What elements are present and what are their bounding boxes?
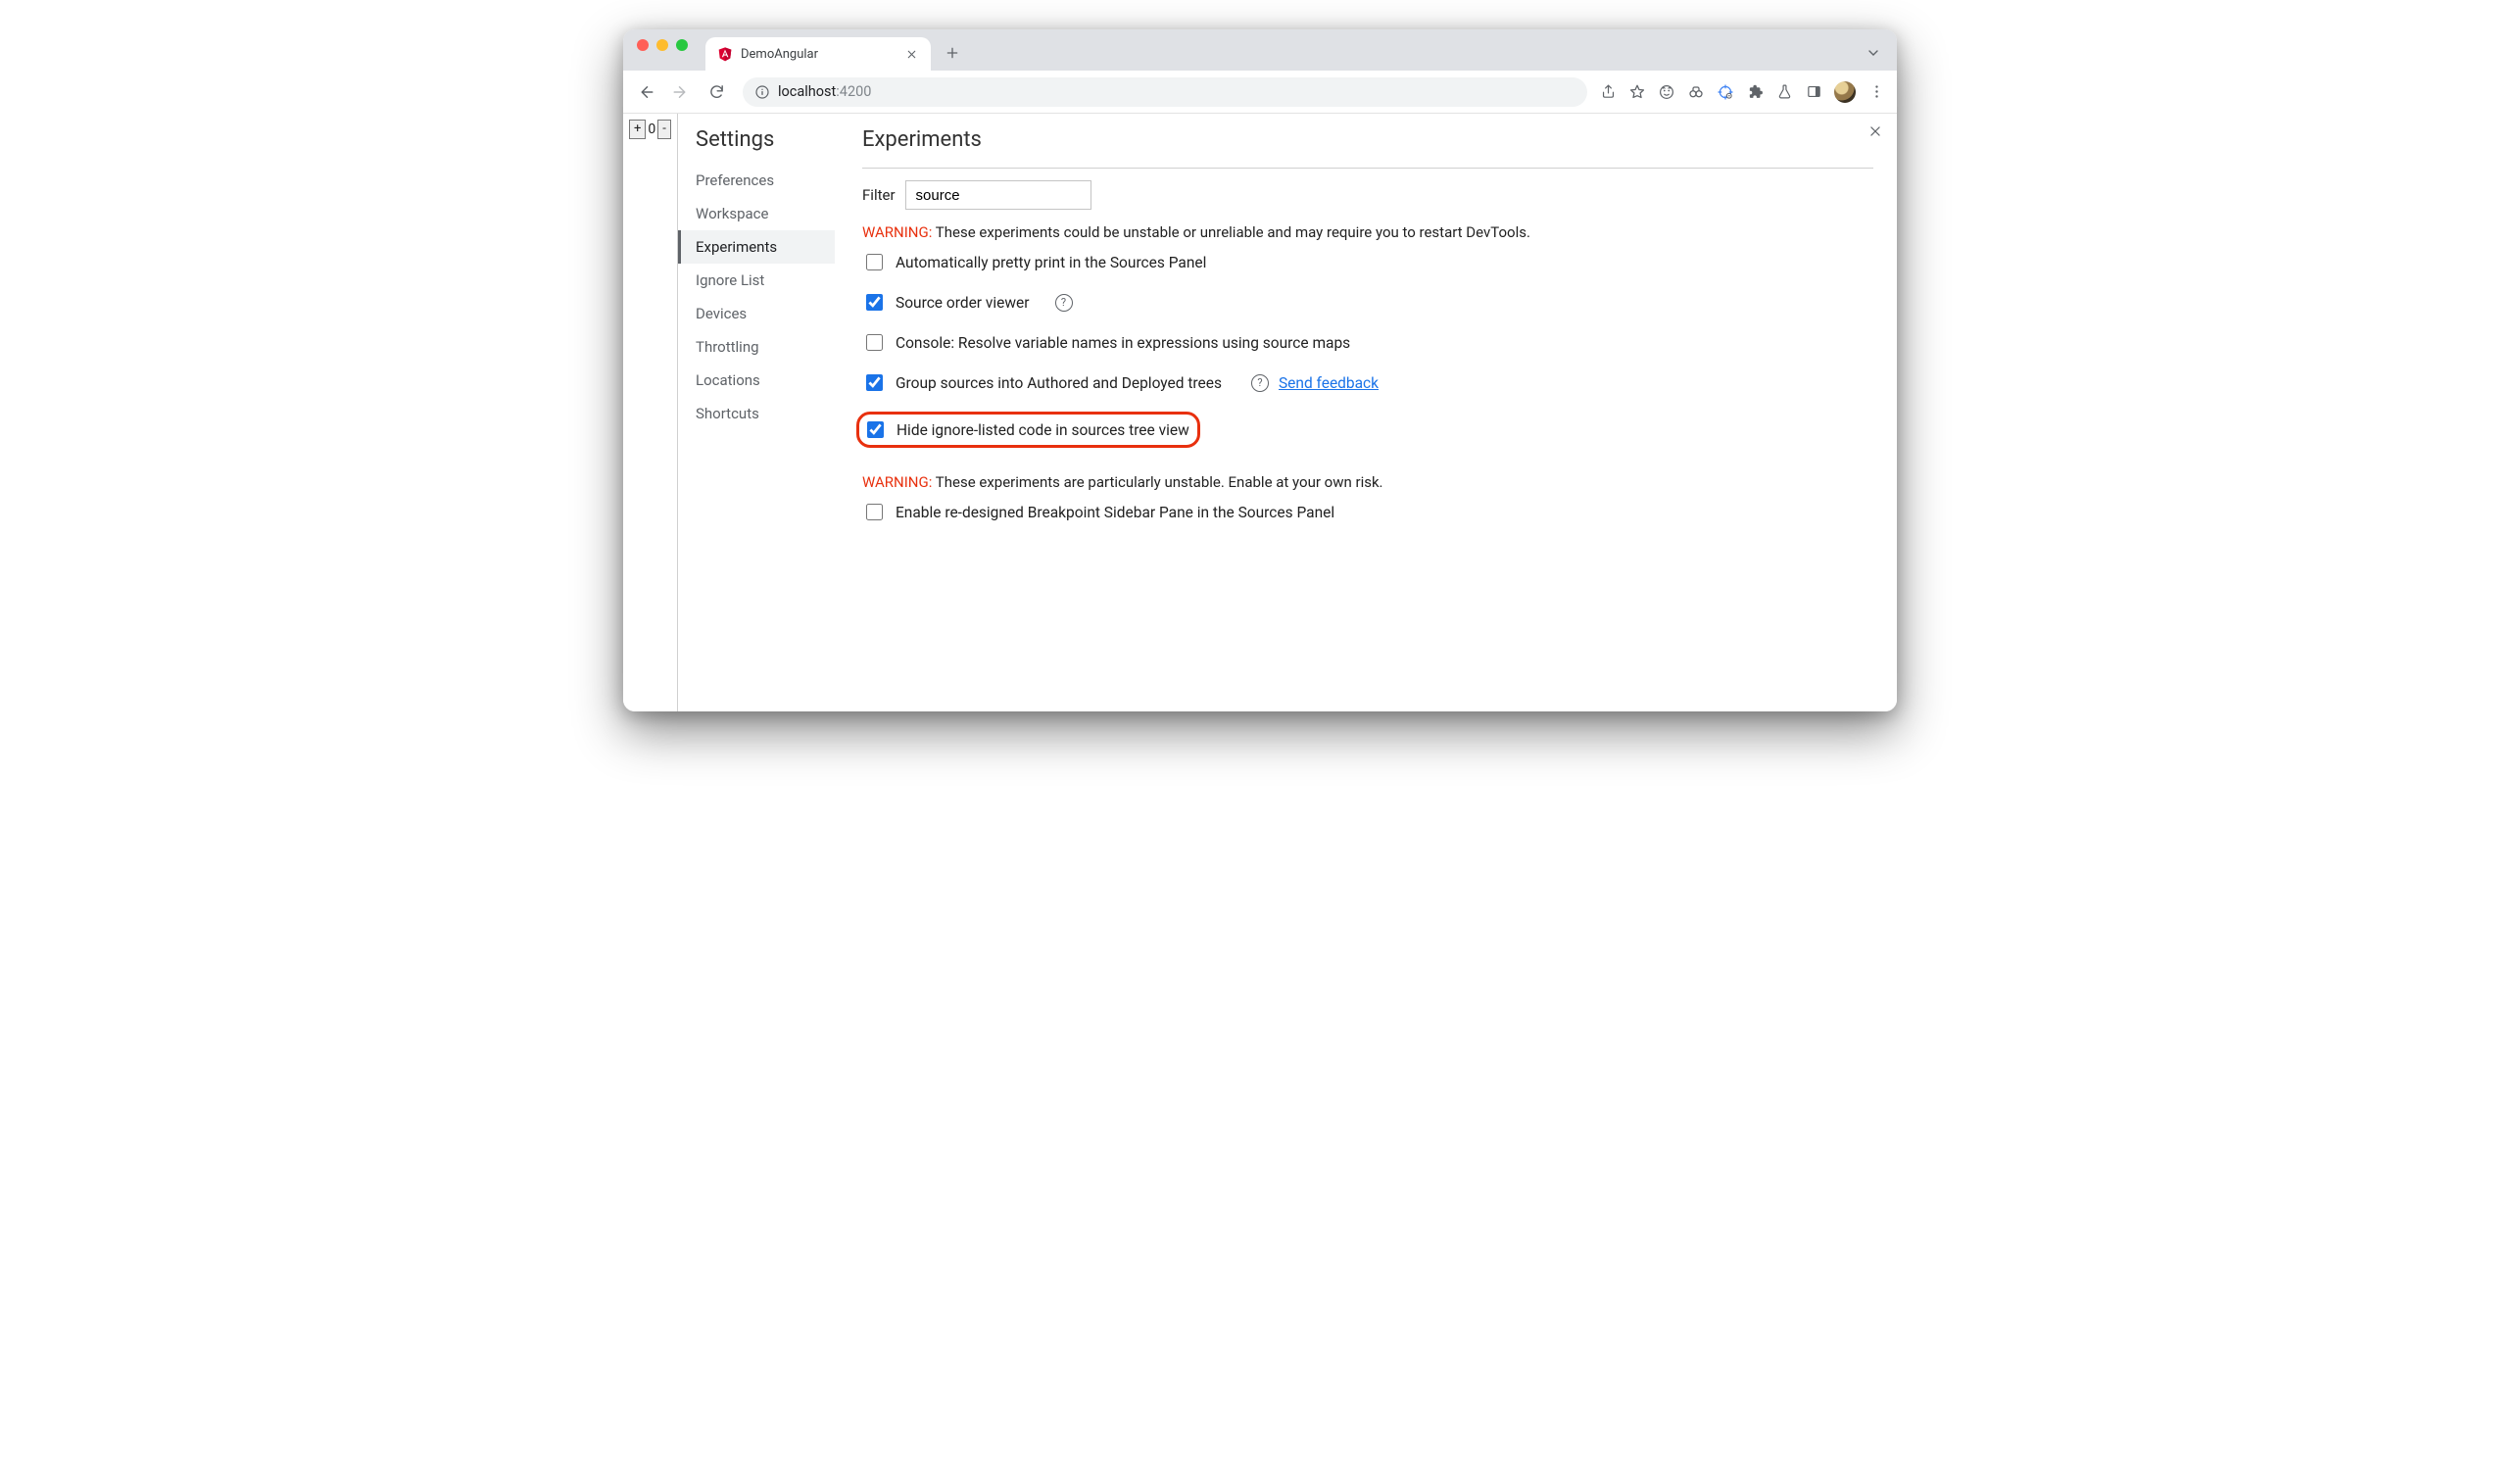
warning-1-text: These experiments could be unstable or u… (932, 223, 1530, 241)
url-text: localhost:4200 (778, 83, 871, 100)
address-bar[interactable]: localhost:4200 (743, 77, 1587, 107)
nav-throttling[interactable]: Throttling (678, 330, 835, 364)
tab-close-button[interactable] (905, 48, 919, 61)
exp-row-console-resolve: Console: Resolve variable names in expre… (862, 331, 1873, 354)
settings-nav: Preferences Workspace Experiments Ignore… (696, 164, 835, 430)
filter-row: Filter (862, 168, 1873, 210)
settings-main: Experiments Filter WARNING: These experi… (835, 114, 1897, 711)
exp-label-console-resolve: Console: Resolve variable names in expre… (896, 334, 1350, 352)
nav-experiments[interactable]: Experiments (678, 230, 835, 264)
nav-back-button[interactable] (631, 77, 660, 107)
window-controls (637, 29, 705, 71)
profile-avatar-button[interactable] (1834, 81, 1856, 103)
warning-1-tag: WARNING: (862, 223, 932, 241)
window-close-button[interactable] (637, 39, 649, 51)
extension-flask-icon[interactable] (1775, 83, 1793, 101)
exp-checkbox-group-sources[interactable] (866, 374, 883, 391)
exp-label-hide-ignore: Hide ignore-listed code in sources tree … (897, 421, 1189, 439)
exp-checkbox-auto-pretty[interactable] (866, 254, 883, 270)
extensions-puzzle-icon[interactable] (1746, 83, 1764, 101)
tab-title: DemoAngular (741, 47, 897, 62)
extension-face-icon[interactable] (1658, 83, 1675, 101)
filter-input[interactable] (905, 180, 1091, 210)
counter-widget: + 0 - (629, 120, 671, 139)
exp-row-source-order: Source order viewer ? (862, 291, 1873, 314)
nav-shortcuts[interactable]: Shortcuts (678, 397, 835, 430)
tabs-dropdown-button[interactable] (1860, 39, 1887, 67)
browser-tab[interactable]: DemoAngular (705, 37, 931, 71)
exp-checkbox-breakpoint-sidebar[interactable] (866, 504, 883, 520)
devtools-settings-panel: Settings Preferences Workspace Experimen… (677, 114, 1897, 711)
highlight-annotation: Hide ignore-listed code in sources tree … (856, 412, 1200, 448)
site-info-icon[interactable] (754, 84, 770, 100)
nav-preferences[interactable]: Preferences (678, 164, 835, 197)
angular-favicon-icon (717, 46, 733, 62)
send-feedback-link[interactable]: Send feedback (1279, 374, 1379, 392)
exp-row-auto-pretty: Automatically pretty print in the Source… (862, 251, 1873, 273)
exp-row-hide-ignore: Hide ignore-listed code in sources tree … (862, 412, 1873, 448)
exp-row-group-sources: Group sources into Authored and Deployed… (862, 371, 1873, 394)
exp-label-breakpoint-sidebar: Enable re-designed Breakpoint Sidebar Pa… (896, 504, 1334, 521)
nav-reload-button[interactable] (702, 77, 731, 107)
filter-label: Filter (862, 186, 896, 204)
window-zoom-button[interactable] (676, 39, 688, 51)
exp-row-breakpoint-sidebar: Enable re-designed Breakpoint Sidebar Pa… (862, 501, 1873, 523)
warning-2: WARNING: These experiments are particula… (862, 473, 1873, 491)
settings-sidebar: Settings Preferences Workspace Experimen… (678, 114, 835, 711)
help-icon[interactable]: ? (1055, 294, 1073, 312)
warning-1: WARNING: These experiments could be unst… (862, 223, 1873, 241)
settings-title: Settings (696, 127, 835, 152)
nav-devices[interactable]: Devices (678, 297, 835, 330)
toolbar-actions (1599, 81, 1889, 103)
experiments-list-unstable: Enable re-designed Breakpoint Sidebar Pa… (862, 501, 1873, 523)
experiments-list: Automatically pretty print in the Source… (862, 251, 1873, 448)
window-titlebar: DemoAngular (623, 29, 1897, 71)
exp-checkbox-console-resolve[interactable] (866, 334, 883, 351)
page-body: + 0 - (623, 114, 677, 711)
new-tab-button[interactable] (939, 39, 966, 67)
warning-2-text: These experiments are particularly unsta… (932, 473, 1382, 491)
increment-button[interactable]: + (629, 120, 646, 139)
nav-locations[interactable]: Locations (678, 364, 835, 397)
nav-forward-button[interactable] (666, 77, 696, 107)
extension-binoculars-icon[interactable] (1687, 83, 1705, 101)
help-icon[interactable]: ? (1251, 374, 1269, 392)
nav-ignore-list[interactable]: Ignore List (678, 264, 835, 297)
browser-toolbar: localhost:4200 (623, 71, 1897, 114)
browser-menu-icon[interactable] (1867, 83, 1885, 101)
share-icon[interactable] (1599, 83, 1617, 101)
exp-label-source-order: Source order viewer (896, 294, 1030, 312)
counter-value: 0 (646, 122, 657, 137)
exp-checkbox-hide-ignore[interactable] (867, 421, 884, 438)
window-minimize-button[interactable] (656, 39, 668, 51)
exp-checkbox-source-order[interactable] (866, 294, 883, 311)
warning-2-tag: WARNING: (862, 473, 932, 491)
nav-workspace[interactable]: Workspace (678, 197, 835, 230)
browser-window: DemoAngular (623, 29, 1897, 711)
side-panel-icon[interactable] (1805, 83, 1822, 101)
bookmark-star-icon[interactable] (1628, 83, 1646, 101)
panel-heading: Experiments (862, 127, 1873, 152)
extension-target-icon[interactable] (1717, 83, 1734, 101)
exp-label-group-sources: Group sources into Authored and Deployed… (896, 374, 1222, 392)
exp-label-auto-pretty: Automatically pretty print in the Source… (896, 254, 1206, 271)
content-area: + 0 - Settings Preferences Workspace Exp… (623, 114, 1897, 711)
decrement-button[interactable]: - (657, 120, 671, 139)
